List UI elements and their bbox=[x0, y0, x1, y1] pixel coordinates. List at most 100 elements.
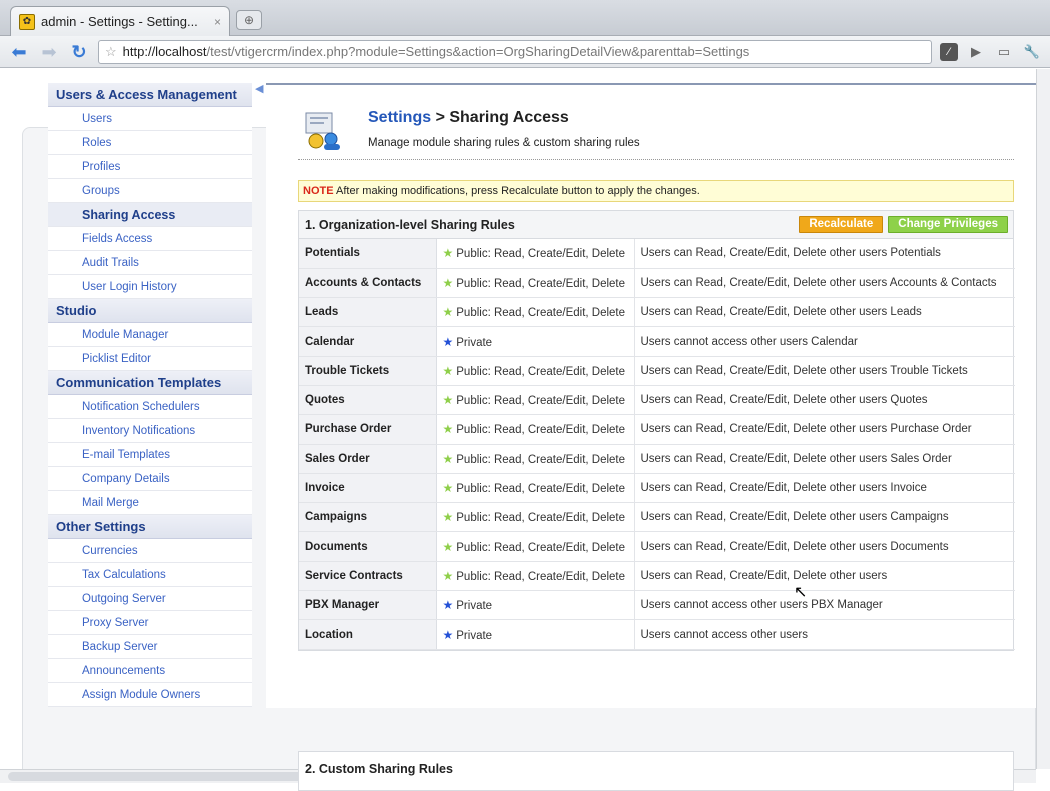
sidebar-item-tax-calculations[interactable]: Tax Calculations bbox=[48, 563, 252, 587]
sidebar-item-notification-schedulers[interactable]: Notification Schedulers bbox=[48, 395, 252, 419]
public-star-icon: ★ bbox=[442, 422, 454, 437]
public-star-icon: ★ bbox=[442, 363, 454, 378]
play-icon[interactable]: ▶ bbox=[966, 42, 986, 62]
browser-toolbar: ⬅ ➡ ↻ ☆ http://localhost/test/vtigercrm/… bbox=[0, 36, 1050, 68]
permission-description: Users cannot access other users Calendar bbox=[634, 326, 1015, 357]
sidebar-item-users[interactable]: Users bbox=[48, 107, 252, 131]
mouse-cursor-icon: ↖ bbox=[794, 584, 808, 601]
sidebar-item-backup-server[interactable]: Backup Server bbox=[48, 635, 252, 659]
permission-text: Public: Read, Create/Edit, Delete bbox=[456, 365, 626, 378]
permission-text: Public: Read, Create/Edit, Delete bbox=[456, 512, 626, 525]
address-bar[interactable]: ☆ http://localhost/test/vtigercrm/index.… bbox=[98, 39, 932, 64]
sidebar-item-inventory-notifications[interactable]: Inventory Notifications bbox=[48, 419, 252, 443]
sidebar-item-user-login-history[interactable]: User Login History bbox=[48, 275, 252, 299]
bookmark-star-icon[interactable]: ☆ bbox=[105, 44, 117, 60]
collapse-sidebar-icon[interactable]: ◀ bbox=[255, 82, 263, 95]
sidebar-item-fields-access[interactable]: Fields Access bbox=[48, 227, 252, 251]
settings-breadcrumb-link[interactable]: Settings bbox=[368, 109, 431, 126]
permission-text: Private bbox=[456, 629, 493, 642]
page-menu-icon[interactable]: ▭ bbox=[994, 42, 1014, 62]
change-privileges-button[interactable]: Change Privileges bbox=[888, 216, 1008, 233]
table-row: Leads ★ Public: Read, Create/Edit, Delete U… bbox=[299, 297, 1015, 328]
permission-cell: ★ Public: Read, Create/Edit, Delete bbox=[436, 473, 635, 504]
table-row: PBX Manager ★ Private Users cannot access o… bbox=[299, 590, 1015, 621]
sidebar-item-picklist-editor[interactable]: Picklist Editor bbox=[48, 347, 252, 371]
page-subtitle: Manage module sharing rules & custom sha… bbox=[368, 137, 640, 149]
sidebar-item-assign-module-owners[interactable]: Assign Module Owners bbox=[48, 683, 252, 707]
permission-cell: ★ Public: Read, Create/Edit, Delete bbox=[436, 385, 635, 416]
tab-title: admin - Settings - Setting... bbox=[41, 14, 198, 29]
extension-icon[interactable]: ⁄ bbox=[940, 42, 958, 61]
module-name: Quotes bbox=[299, 385, 437, 416]
public-star-icon: ★ bbox=[442, 481, 454, 496]
tab-close-icon[interactable]: × bbox=[214, 15, 221, 29]
permission-description: Users can Read, Create/Edit, Delete othe… bbox=[634, 414, 1015, 445]
public-star-icon: ★ bbox=[442, 246, 454, 261]
sidebar-item-company-details[interactable]: Company Details bbox=[48, 467, 252, 491]
sidebar-item-currencies[interactable]: Currencies bbox=[48, 539, 252, 563]
module-name: Sales Order bbox=[299, 444, 437, 474]
table-row: Trouble Tickets ★ Public: Read, Create/Edi… bbox=[299, 356, 1015, 386]
sidebar-item-mail-merge[interactable]: Mail Merge bbox=[48, 491, 252, 515]
private-star-icon: ★ bbox=[442, 627, 454, 642]
vertical-scrollbar[interactable] bbox=[1036, 69, 1050, 769]
module-name: Invoice bbox=[299, 473, 437, 504]
forward-arrow-icon[interactable]: ➡ bbox=[38, 41, 60, 63]
table-row: Service Contracts ★ Public: Read, Create/E… bbox=[299, 561, 1015, 592]
permission-cell: ★ Public: Read, Create/Edit, Delete bbox=[436, 356, 635, 386]
sidebar-section-title: Communication Templates bbox=[48, 371, 252, 395]
url-path: /test/vtigercrm/index.php?module=Setting… bbox=[206, 44, 750, 59]
permission-description: Users can Read, Create/Edit, Delete othe… bbox=[634, 473, 1015, 504]
url-host: http://localhost bbox=[122, 44, 207, 59]
table-row: Accounts & Contacts ★ Public: Read, Create… bbox=[299, 268, 1015, 299]
org-sharing-rules-panel: 1. Organization-level Sharing Rules Reca… bbox=[298, 210, 1015, 651]
permission-description: Users can Read, Create/Edit, Delete othe… bbox=[634, 356, 1015, 386]
sidebar-item-audit-trails[interactable]: Audit Trails bbox=[48, 251, 252, 275]
permission-description: Users can Read, Create/Edit, Delete othe… bbox=[634, 385, 1015, 416]
org-sharing-rules-table: Potentials ★ Public: Read, Create/Edit, De… bbox=[299, 239, 1015, 650]
private-star-icon: ★ bbox=[442, 598, 454, 613]
permission-description: Users can Read, Create/Edit, Delete othe… bbox=[634, 531, 1015, 562]
permission-text: Public: Read, Create/Edit, Delete bbox=[456, 424, 626, 437]
sidebar-item-profiles[interactable]: Profiles bbox=[48, 155, 252, 179]
permission-description: Users can Read, Create/Edit, Delete othe… bbox=[634, 268, 1015, 299]
new-tab-button[interactable]: ⊕ bbox=[236, 10, 262, 30]
permission-text: Public: Read, Create/Edit, Delete bbox=[456, 277, 626, 290]
public-star-icon: ★ bbox=[442, 568, 454, 583]
wrench-menu-icon[interactable]: 🔧 bbox=[1022, 42, 1042, 62]
recalculate-button[interactable]: Recalculate bbox=[799, 216, 884, 233]
sidebar-item-groups[interactable]: Groups bbox=[48, 179, 252, 203]
permission-cell: ★ Public: Read, Create/Edit, Delete bbox=[436, 531, 635, 562]
back-arrow-icon[interactable]: ⬅ bbox=[8, 41, 30, 63]
public-star-icon: ★ bbox=[442, 539, 454, 554]
permission-cell: ★ Private bbox=[436, 590, 635, 621]
permission-cell: ★ Public: Read, Create/Edit, Delete bbox=[436, 444, 635, 474]
permission-cell: ★ Public: Read, Create/Edit, Delete bbox=[436, 239, 635, 269]
sidebar-item-roles[interactable]: Roles bbox=[48, 131, 252, 155]
sidebar-item-e-mail-templates[interactable]: E-mail Templates bbox=[48, 443, 252, 467]
reload-icon[interactable]: ↻ bbox=[68, 41, 90, 63]
public-star-icon: ★ bbox=[442, 393, 454, 408]
sidebar-section-title: Studio bbox=[48, 299, 252, 323]
module-name: Service Contracts bbox=[299, 561, 437, 592]
sidebar-item-outgoing-server[interactable]: Outgoing Server bbox=[48, 587, 252, 611]
browser-tab[interactable]: ✿ admin - Settings - Setting... × bbox=[10, 6, 230, 36]
module-name: Leads bbox=[299, 297, 437, 328]
permission-cell: ★ Public: Read, Create/Edit, Delete bbox=[436, 414, 635, 445]
custom-sharing-rules-panel: 2. Custom Sharing Rules bbox=[298, 751, 1014, 791]
table-row: Calendar ★ Private Users cannot access othe… bbox=[299, 326, 1015, 357]
table-row: Documents ★ Public: Read, Create/Edit, Del… bbox=[299, 531, 1015, 562]
module-name: Location bbox=[299, 619, 437, 650]
settings-sidebar: Users & Access Management Users Roles Profi… bbox=[48, 83, 252, 707]
org-sharing-rules-header: 1. Organization-level Sharing Rules Reca… bbox=[299, 211, 1013, 239]
module-name: Trouble Tickets bbox=[299, 356, 437, 386]
sidebar-item-announcements[interactable]: Announcements bbox=[48, 659, 252, 683]
permission-cell: ★ Private bbox=[436, 326, 635, 357]
public-star-icon: ★ bbox=[442, 510, 454, 525]
sidebar-item-proxy-server[interactable]: Proxy Server bbox=[48, 611, 252, 635]
sidebar-item-sharing-access[interactable]: Sharing Access bbox=[48, 203, 252, 227]
permission-text: Public: Read, Create/Edit, Delete bbox=[456, 453, 626, 466]
permission-description: Users cannot access other users PBX Mana… bbox=[634, 590, 1015, 621]
sidebar-item-module-manager[interactable]: Module Manager bbox=[48, 323, 252, 347]
table-row: Campaigns ★ Public: Read, Create/Edit, Del… bbox=[299, 502, 1015, 533]
